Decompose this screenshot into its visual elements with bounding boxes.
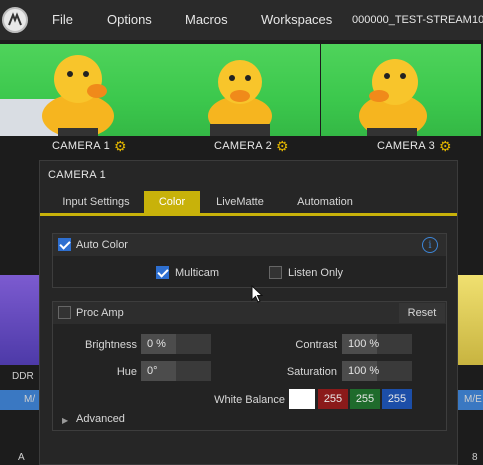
listen-only-checkbox[interactable] (269, 266, 282, 279)
duck-image (208, 60, 272, 136)
advanced-label[interactable]: Advanced (76, 413, 125, 425)
saturation-value: 100 % (348, 365, 380, 377)
camera-label-text: CAMERA 2 (214, 140, 273, 152)
camera-1-label[interactable]: CAMERA 1 ⚙ (52, 139, 127, 153)
brightness-label: Brightness (85, 339, 137, 351)
menu-workspaces[interactable]: Workspaces (261, 12, 332, 27)
settings-tabs: Input Settings Color LiveMatte Automatio… (40, 191, 457, 213)
reset-button[interactable]: Reset (399, 303, 445, 323)
menu-options[interactable]: Options (107, 12, 152, 27)
camera-3-label[interactable]: CAMERA 3 ⚙ (377, 139, 452, 153)
menu-macros[interactable]: Macros (185, 12, 228, 27)
duck-image (0, 55, 114, 136)
session-name: 000000_TEST-STREAM (352, 14, 472, 26)
bottom-left-label: A (18, 452, 25, 463)
me-tab-right-label: M/E (464, 394, 482, 405)
brightness-value: 0 % (147, 338, 166, 350)
app-root: File Options Macros Workspaces 000000_TE… (0, 0, 483, 465)
camera-2-label[interactable]: CAMERA 2 ⚙ (214, 139, 289, 153)
mouse-cursor-icon (251, 285, 263, 303)
white-balance-green[interactable]: 255 (350, 389, 380, 409)
me-tab-right[interactable]: M/E (458, 390, 483, 410)
white-balance-red[interactable]: 255 (318, 389, 348, 409)
me-tab-left-label: M/ (24, 394, 36, 405)
session-trailing: 10 (472, 14, 483, 26)
expand-arrow-icon[interactable]: ▶ (62, 416, 68, 425)
hue-field[interactable]: 0° (141, 361, 211, 381)
tab-input-settings[interactable]: Input Settings (48, 191, 144, 213)
saturation-field[interactable]: 100 % (342, 361, 412, 381)
multicam-checkbox[interactable] (156, 266, 169, 279)
proc-amp-group: Proc Amp Reset Brightness 0 % Contrast 1… (52, 301, 447, 431)
auto-color-label: Auto Color (76, 239, 128, 251)
panel-title: CAMERA 1 (48, 169, 107, 181)
hue-value: 0° (147, 365, 158, 377)
camera-label-text: CAMERA 3 (377, 140, 436, 152)
proc-amp-label: Proc Amp (76, 307, 124, 319)
tab-underline (40, 213, 457, 216)
contrast-label: Contrast (295, 339, 337, 351)
listen-only-label: Listen Only (288, 267, 344, 279)
gear-icon[interactable]: ⚙ (276, 139, 289, 153)
proc-amp-header: Proc Amp Reset (53, 302, 446, 324)
contrast-value: 100 % (348, 338, 380, 350)
ddr-thumbnail[interactable] (0, 275, 40, 365)
white-balance-label: White Balance (214, 394, 285, 406)
app-logo-icon[interactable] (2, 7, 28, 33)
proc-amp-checkbox[interactable] (58, 306, 71, 319)
bottom-right-label: 8 (472, 452, 478, 463)
multicam-label: Multicam (175, 267, 220, 279)
contrast-field[interactable]: 100 % (342, 334, 412, 354)
camera-label-text: CAMERA 1 (52, 140, 111, 152)
info-icon[interactable]: i (422, 237, 438, 253)
me-tab-left[interactable]: M/ (0, 390, 40, 410)
ddr-label: DDR (12, 371, 34, 382)
duck-image (359, 59, 427, 136)
camera-settings-panel: CAMERA 1 Input Settings Color LiveMatte … (39, 160, 458, 465)
white-balance-swatch[interactable] (289, 389, 315, 409)
menu-file[interactable]: File (52, 12, 73, 27)
brightness-field[interactable]: 0 % (141, 334, 211, 354)
logo-glyph-icon (8, 12, 22, 26)
camera-3-preview[interactable] (321, 44, 481, 136)
gear-icon[interactable]: ⚙ (439, 139, 452, 153)
auto-color-group: Auto Color i Multicam Listen Only (52, 233, 447, 288)
gear-icon[interactable]: ⚙ (114, 139, 127, 153)
right-thumbnail[interactable] (458, 275, 483, 365)
hue-label: Hue (116, 366, 137, 378)
tab-livematte[interactable]: LiveMatte (202, 191, 278, 213)
white-balance-blue[interactable]: 255 (382, 389, 412, 409)
tab-color[interactable]: Color (144, 191, 200, 213)
tab-automation[interactable]: Automation (282, 191, 368, 213)
saturation-label: Saturation (286, 366, 337, 378)
auto-color-header: Auto Color i (53, 234, 446, 256)
auto-color-checkbox[interactable] (58, 238, 71, 251)
menu-bar: File Options Macros Workspaces 000000_TE… (0, 0, 483, 40)
camera-2-preview[interactable] (160, 44, 320, 136)
camera-1-preview[interactable] (0, 44, 160, 136)
